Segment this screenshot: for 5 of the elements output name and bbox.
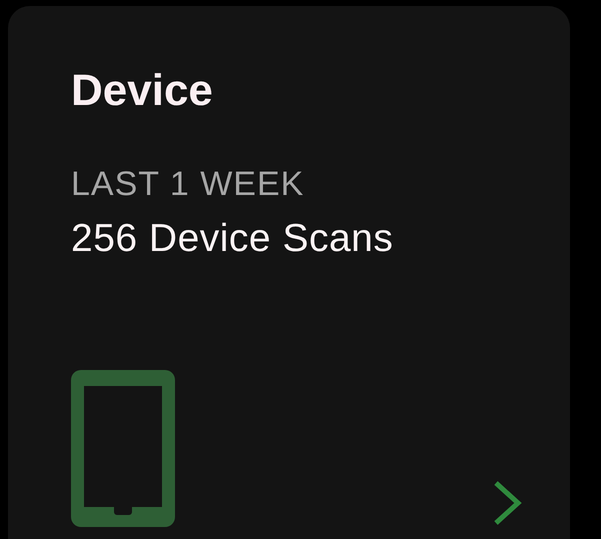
chevron-right-icon[interactable] bbox=[492, 480, 522, 526]
period-label: LAST 1 WEEK bbox=[71, 164, 306, 204]
tablet-icon bbox=[71, 370, 175, 527]
card-title: Device bbox=[71, 65, 214, 117]
scan-count: 256 Device Scans bbox=[71, 216, 394, 262]
